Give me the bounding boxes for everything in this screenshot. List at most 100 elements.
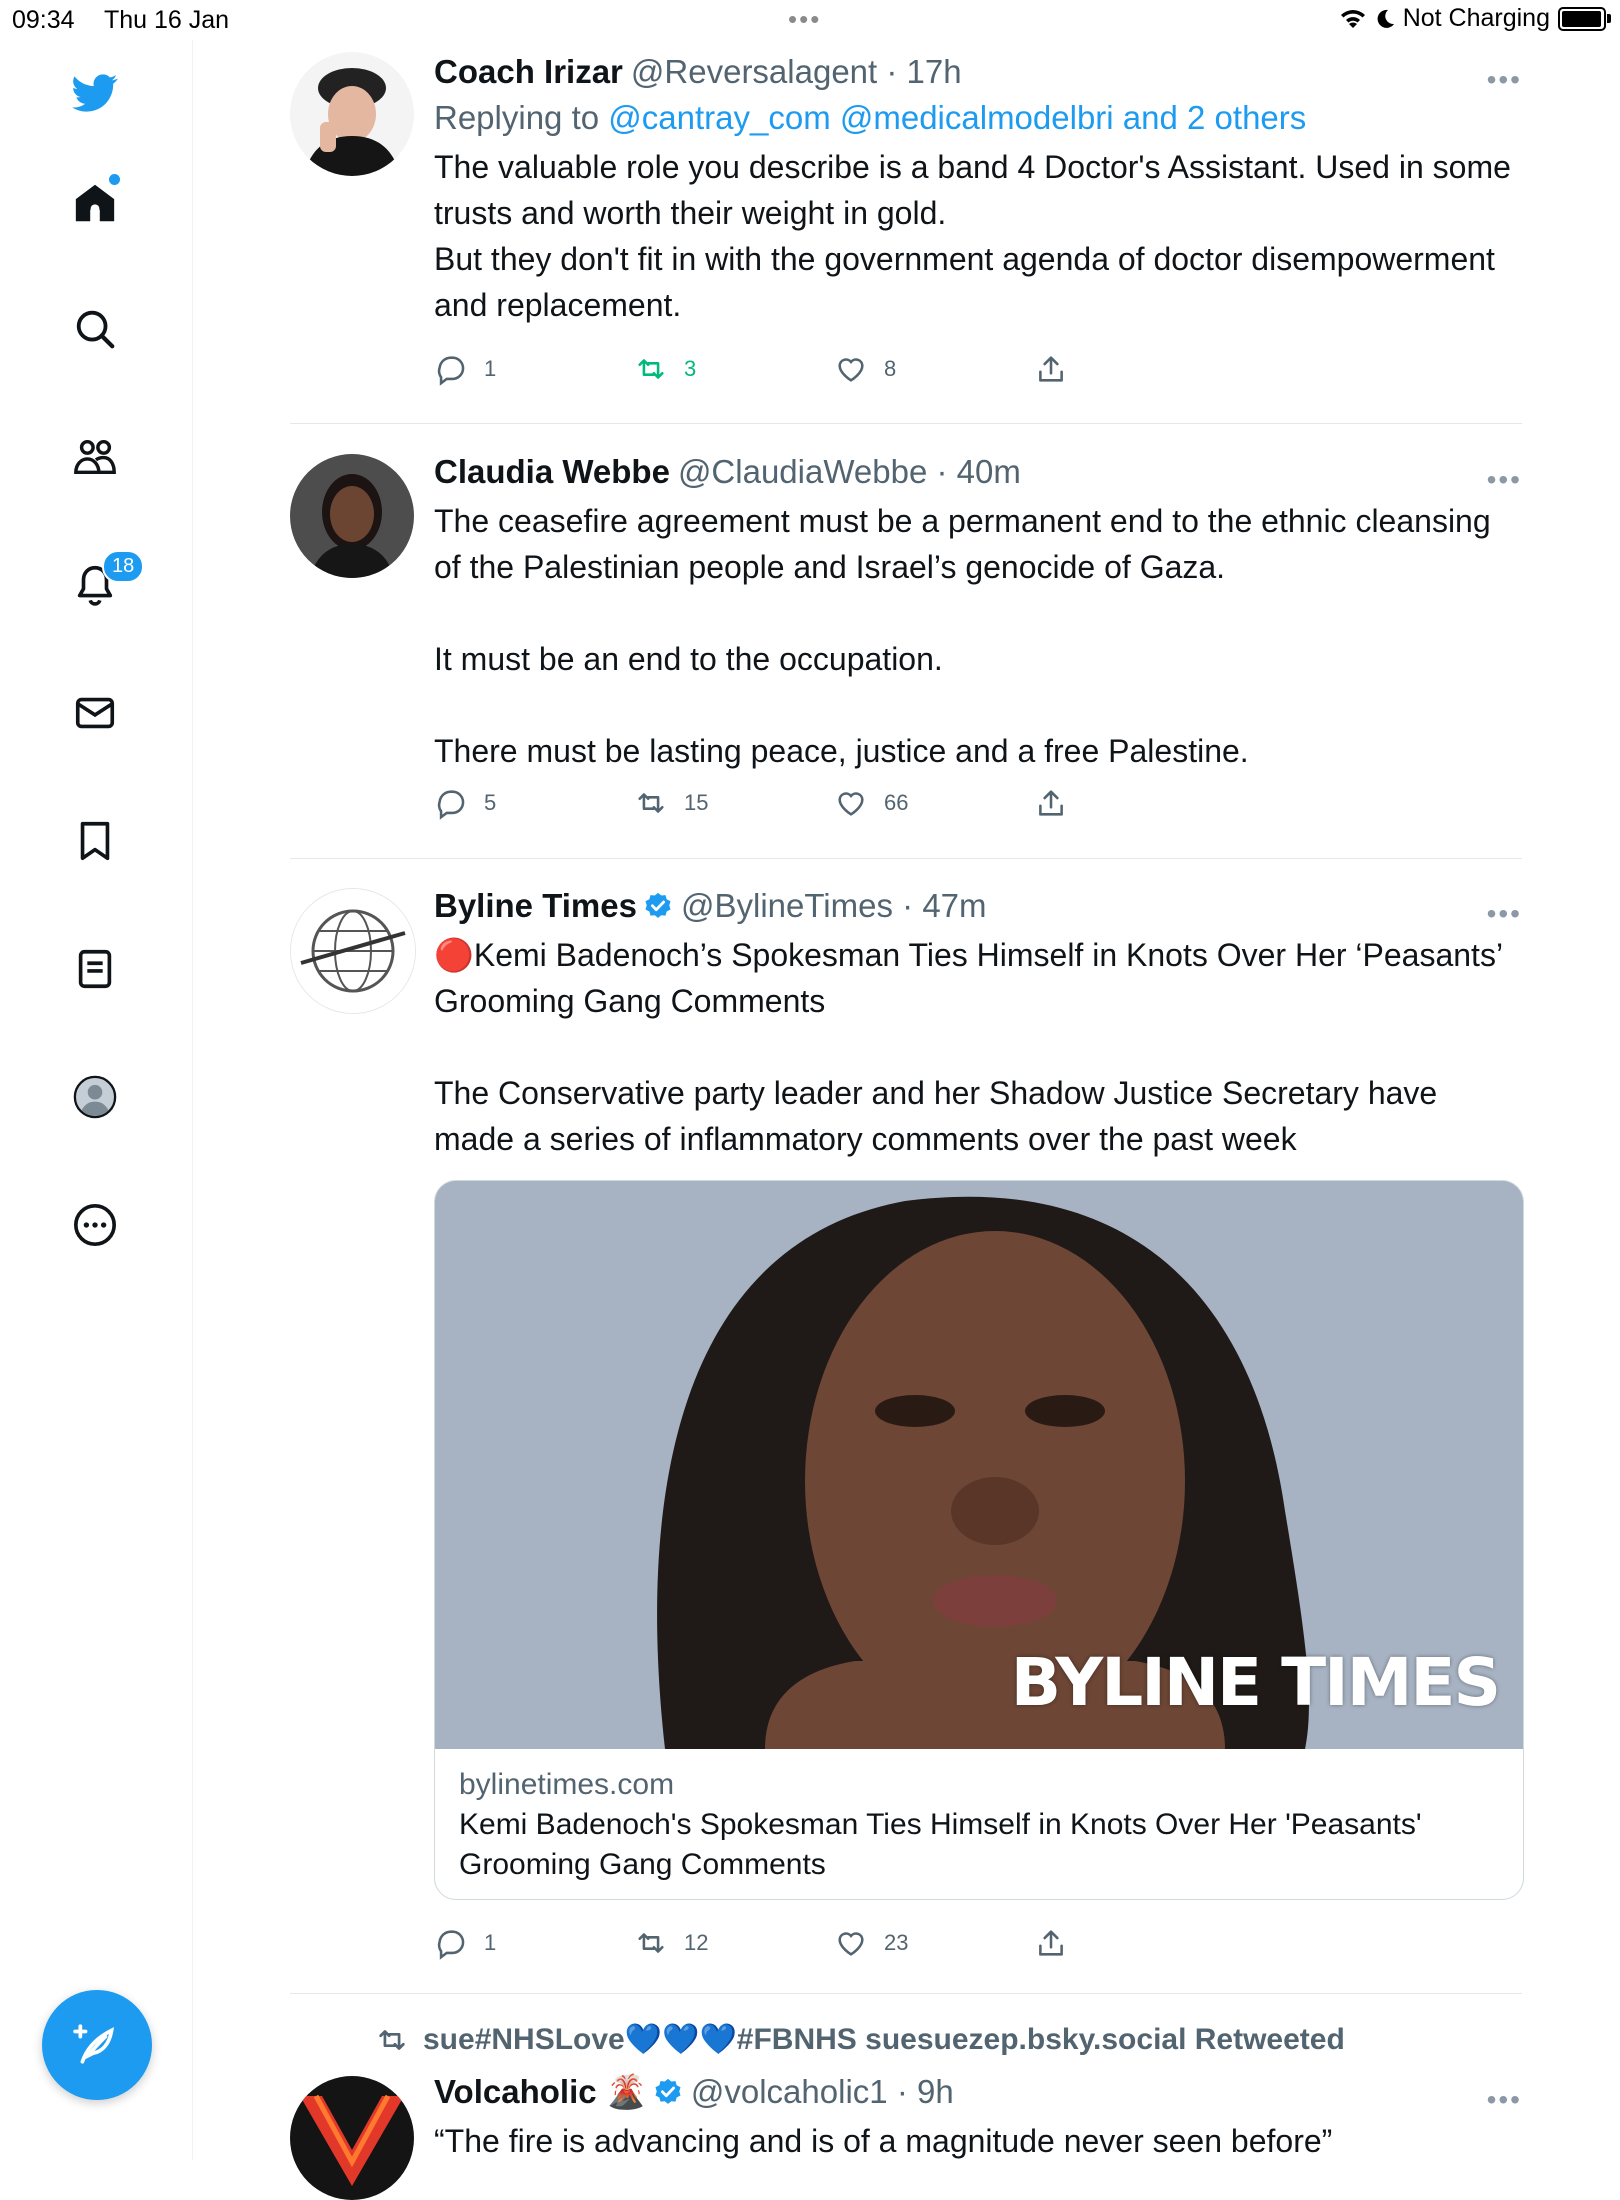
verified-badge-icon (655, 2078, 681, 2104)
tweet-time[interactable]: · 47m (902, 887, 986, 924)
retweet-icon (638, 793, 664, 813)
nav-profile[interactable] (62, 1064, 128, 1130)
tweet-text: 🔴Kemi Badenoch’s Spokesman Ties Himself … (434, 937, 1502, 1157)
battery-status-text: Not Charging (1402, 4, 1550, 32)
retweet-icon (638, 359, 664, 379)
avatar[interactable] (290, 888, 416, 1014)
status-time: 09:34 (12, 6, 75, 34)
like-count: 66 (884, 790, 909, 815)
tweet-text: “The fire is advancing and is of a magni… (434, 2123, 1333, 2159)
multitasking-dots-icon[interactable]: ••• (788, 4, 821, 35)
retweet-icon (638, 1933, 664, 1953)
battery-icon (1558, 6, 1611, 31)
replying-to: Replying to @cantray_com @medicalmodelbr… (434, 98, 1522, 138)
more-icon (74, 1204, 116, 1246)
lists-icon (78, 949, 112, 989)
replying-to-links[interactable]: @cantray_com @medicalmodelbri and 2 othe… (608, 99, 1306, 136)
link-card[interactable]: BYLINE TIMES bylinetimes.com Kemi Badeno… (434, 1180, 1524, 1900)
share-button[interactable] (1034, 352, 1068, 386)
profile-icon (73, 1075, 117, 1119)
tweet-actions: 1 12 23 (434, 1926, 1114, 1970)
tweet-text: The ceasefire agreement must be a perman… (434, 503, 1491, 769)
new-content-dot (109, 174, 120, 185)
tweet-author-handle[interactable]: @BylineTimes (681, 887, 893, 924)
nav-more[interactable] (62, 1192, 128, 1258)
link-card-domain: bylinetimes.com (459, 1768, 675, 1801)
nav-bookmarks[interactable] (62, 808, 128, 874)
tweet-author-name[interactable]: Byline Times (434, 887, 637, 924)
reply-count: 1 (484, 356, 497, 381)
share-button[interactable] (1034, 786, 1068, 820)
heart-icon (838, 358, 864, 382)
tweet-text: The valuable role you describe is a band… (434, 149, 1511, 323)
home-icon (75, 184, 115, 222)
reply-button[interactable]: 1 (434, 1926, 496, 1960)
communities-icon (74, 439, 116, 475)
moon-icon (1377, 9, 1394, 28)
retweet-icon (379, 2029, 405, 2050)
nav-messages[interactable] (62, 680, 128, 746)
replying-prefix: Replying to (434, 99, 600, 136)
nav-search[interactable] (62, 296, 128, 362)
tweet-time[interactable]: · 40m (936, 453, 1020, 490)
reply-icon (437, 790, 465, 820)
bookmarks-icon (80, 821, 110, 861)
retweet-count: 12 (684, 1930, 709, 1955)
compose-feather-icon (73, 2024, 115, 2064)
sidebar-nav: 18 (0, 40, 193, 2160)
tweet-author-name[interactable]: Volcaholic (434, 2073, 597, 2110)
divider (290, 423, 1522, 424)
heart-icon (838, 792, 864, 816)
tweet-time[interactable]: · 9h (897, 2073, 954, 2110)
retweet-button[interactable]: 3 (634, 352, 696, 386)
volcano-emoji: 🌋 (605, 2073, 647, 2110)
tweet-author-handle[interactable]: @Reversalagent (631, 53, 877, 90)
compose-tweet-button[interactable] (42, 1990, 152, 2100)
retweet-button[interactable]: 15 (634, 786, 708, 820)
divider (290, 1993, 1522, 1994)
tweet-actions: 1 3 8 (434, 352, 1114, 396)
tweet-actions: 5 15 66 (434, 786, 1114, 830)
like-button[interactable]: 66 (834, 786, 908, 820)
article-image: BYLINE TIMES (435, 1181, 1523, 1749)
retweet-button[interactable]: 12 (634, 1926, 708, 1960)
tweet-author-name[interactable]: Claudia Webbe (434, 453, 670, 490)
wifi-icon (1340, 9, 1365, 28)
more-options-icon[interactable]: ••• (1487, 898, 1522, 930)
status-bar: 09:34 Thu 16 Jan ••• Not Charging (0, 0, 1620, 40)
like-button[interactable]: 8 (834, 352, 896, 386)
reply-button[interactable]: 5 (434, 786, 496, 820)
twitter-logo-icon[interactable] (62, 60, 128, 126)
more-options-icon[interactable]: ••• (1487, 464, 1522, 496)
more-options-icon[interactable]: ••• (1487, 64, 1522, 96)
notification-count-badge: 18 (102, 550, 145, 583)
like-count: 8 (884, 356, 897, 381)
reply-button[interactable]: 1 (434, 352, 496, 386)
nav-notifications[interactable]: 18 (62, 550, 145, 618)
reply-count: 1 (484, 1930, 497, 1955)
tweet-time[interactable]: · 17h (886, 53, 961, 90)
retweeted-by-text: sue#NHSLove💙💙💙#FBNHS suesuezep.bsky.soci… (423, 2023, 1345, 2056)
messages-icon (75, 697, 115, 729)
tweet-author-handle[interactable]: @ClaudiaWebbe (678, 453, 927, 490)
reply-icon (437, 1930, 465, 1960)
tweet-author-handle[interactable]: @volcaholic1 (691, 2073, 888, 2110)
avatar[interactable] (290, 52, 414, 176)
nav-lists[interactable] (62, 936, 128, 1002)
nav-home[interactable] (62, 170, 128, 236)
more-options-icon[interactable]: ••• (1487, 2084, 1522, 2116)
retweeted-by-row[interactable]: sue#NHSLove💙💙💙#FBNHS suesuezep.bsky.soci… (375, 2022, 1345, 2057)
share-icon (1039, 1930, 1063, 1956)
retweet-count: 3 (684, 356, 697, 381)
reply-count: 5 (484, 790, 497, 815)
verified-badge-icon (645, 892, 671, 918)
reply-icon (437, 356, 465, 386)
share-button[interactable] (1034, 1926, 1068, 1960)
avatar[interactable] (290, 2076, 414, 2200)
link-card-title: Kemi Badenoch's Spokesman Ties Himself i… (459, 1808, 1422, 1881)
nav-communities[interactable] (62, 424, 128, 490)
like-button[interactable]: 23 (834, 1926, 908, 1960)
share-icon (1039, 790, 1063, 816)
tweet-author-name[interactable]: Coach Irizar (434, 53, 623, 90)
avatar[interactable] (290, 454, 414, 578)
